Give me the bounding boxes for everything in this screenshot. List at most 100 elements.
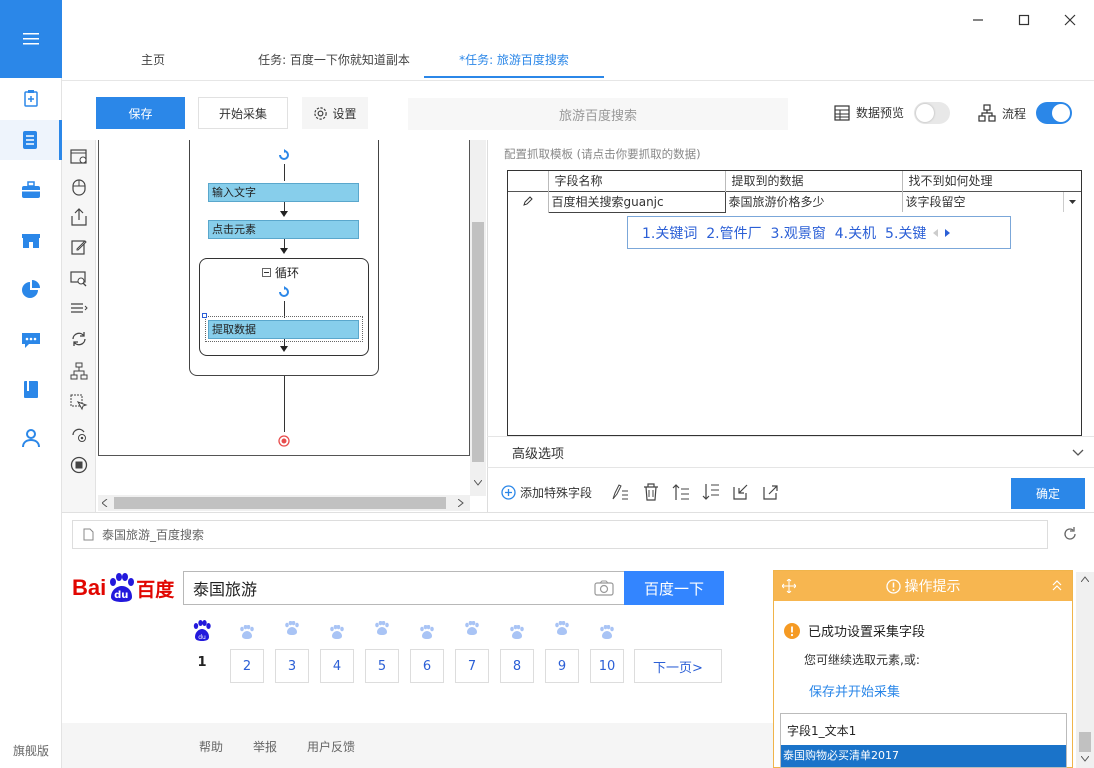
tool-wait[interactable] bbox=[68, 424, 90, 446]
hint-field-list[interactable]: 字段1_文本1 泰国购物必买清单2017 bbox=[780, 713, 1067, 768]
sidebar-item-stats[interactable] bbox=[0, 270, 62, 310]
fallback-select[interactable]: 该字段留空 bbox=[902, 191, 1081, 212]
maximize-button[interactable] bbox=[1012, 8, 1036, 32]
browser-vertical-scrollbar[interactable] bbox=[1076, 572, 1094, 768]
flow-toggle[interactable] bbox=[1036, 102, 1072, 124]
tool-click[interactable] bbox=[68, 176, 90, 198]
col-field-name: 字段名称 bbox=[548, 171, 726, 191]
scroll-right-icon[interactable] bbox=[458, 499, 464, 507]
baidu-paw-logo: du bbox=[106, 573, 136, 603]
page-link[interactable]: 4 bbox=[320, 649, 354, 683]
close-button[interactable] bbox=[1058, 8, 1082, 32]
tool-select[interactable] bbox=[68, 392, 90, 414]
upload-icon bbox=[71, 208, 87, 226]
import-icon[interactable] bbox=[732, 483, 750, 501]
task-name-field[interactable]: 旅游百度搜索 bbox=[408, 98, 788, 130]
settings-button[interactable]: 设置 bbox=[302, 97, 368, 129]
hint-selected-value[interactable]: 泰国购物必买清单2017 bbox=[781, 745, 1066, 767]
scrollbar-thumb[interactable] bbox=[472, 222, 484, 462]
tool-branch[interactable] bbox=[68, 360, 90, 382]
tool-stop[interactable] bbox=[68, 454, 90, 476]
delete-icon[interactable] bbox=[643, 483, 659, 501]
camera-icon[interactable] bbox=[594, 580, 614, 596]
move-up-icon[interactable] bbox=[672, 483, 690, 501]
data-preview-toggle[interactable] bbox=[914, 102, 950, 124]
page-link[interactable]: 5 bbox=[365, 649, 399, 683]
scroll-down-icon[interactable] bbox=[1081, 756, 1089, 762]
page-link[interactable]: 9 bbox=[545, 649, 579, 683]
page-link[interactable]: 6 bbox=[410, 649, 444, 683]
save-button[interactable]: 保存 bbox=[96, 97, 185, 129]
baidu-search-input[interactable]: 泰国旅游 bbox=[183, 571, 625, 605]
reload-icon[interactable] bbox=[1062, 526, 1078, 542]
baidu-search-button[interactable]: 百度一下 bbox=[624, 571, 724, 605]
menu-button[interactable] bbox=[0, 0, 62, 78]
sidebar-item-messages[interactable] bbox=[0, 320, 62, 360]
sidebar-item-tutorial[interactable] bbox=[0, 370, 62, 410]
next-page-link[interactable]: 下一页> bbox=[634, 649, 722, 683]
flow-toolbox bbox=[62, 140, 96, 512]
flow-node-input-text[interactable]: 输入文字 bbox=[208, 183, 359, 202]
ime-candidates[interactable]: 1.关键词 2.管件厂 3.观景窗 4.关机 5.关键 bbox=[642, 223, 926, 243]
tool-open-page[interactable] bbox=[68, 146, 90, 168]
page-link[interactable]: 3 bbox=[275, 649, 309, 683]
collapse-up-icon[interactable] bbox=[1052, 580, 1062, 592]
move-down-icon[interactable] bbox=[702, 483, 720, 501]
save-and-start-link[interactable]: 保存并开始采集 bbox=[809, 681, 900, 700]
tool-loop[interactable] bbox=[68, 328, 90, 350]
sidebar-item-new-task[interactable] bbox=[0, 78, 62, 118]
baidu-logo[interactable]: Bai du 百度 bbox=[72, 568, 174, 608]
tool-list[interactable] bbox=[68, 298, 90, 320]
flow-node-extract-data[interactable]: 提取数据 bbox=[208, 320, 359, 339]
tool-export[interactable] bbox=[68, 206, 90, 228]
edit-field-icon[interactable] bbox=[611, 483, 629, 501]
flow-loop-label: 循环 bbox=[275, 266, 300, 280]
scrollbar-thumb[interactable] bbox=[114, 497, 446, 509]
start-collect-button[interactable]: 开始采集 bbox=[198, 97, 288, 129]
flow-vertical-scrollbar[interactable] bbox=[470, 140, 486, 496]
page-link[interactable]: 8 bbox=[500, 649, 534, 683]
sidebar-item-templates[interactable] bbox=[0, 170, 62, 210]
ime-next-icon[interactable] bbox=[943, 228, 951, 237]
page-current: 1 bbox=[197, 655, 207, 670]
hint-header[interactable]: 操作提示 bbox=[774, 571, 1072, 601]
maximize-icon bbox=[1018, 14, 1030, 26]
page-link[interactable]: 10 bbox=[590, 649, 624, 683]
hint-field-name[interactable]: 字段1_文本1 bbox=[787, 722, 856, 739]
page-link[interactable]: 2 bbox=[230, 649, 264, 683]
sidebar-item-account[interactable] bbox=[0, 418, 62, 458]
scrollbar-thumb[interactable] bbox=[1079, 732, 1091, 752]
tool-recognize[interactable] bbox=[68, 268, 90, 290]
confirm-button[interactable]: 确定 bbox=[1011, 478, 1085, 509]
advanced-options[interactable]: 高级选项 bbox=[487, 436, 1094, 468]
export-icon[interactable] bbox=[762, 483, 780, 501]
table-row[interactable]: 百度相关搜索guanjc 泰国旅游价格多少 该字段留空 bbox=[508, 190, 1081, 213]
scroll-left-icon[interactable] bbox=[102, 499, 108, 507]
add-special-field-button[interactable]: 添加特殊字段 bbox=[501, 484, 592, 501]
tab-home[interactable]: 主页 bbox=[120, 48, 186, 78]
sidebar-item-tasks[interactable] bbox=[0, 120, 62, 160]
selection-handle[interactable] bbox=[202, 313, 207, 318]
dropdown-arrow[interactable] bbox=[1063, 191, 1081, 212]
scroll-down-icon[interactable] bbox=[474, 480, 482, 486]
row-edit-cell[interactable] bbox=[508, 191, 549, 212]
footer-help[interactable]: 帮助 bbox=[199, 738, 223, 755]
footer-report[interactable]: 举报 bbox=[253, 738, 277, 755]
flow-horizontal-scrollbar[interactable] bbox=[98, 495, 470, 511]
field-name-input[interactable]: 百度相关搜索guanjc bbox=[547, 190, 726, 213]
scroll-up-icon[interactable] bbox=[1081, 576, 1089, 582]
tool-input[interactable] bbox=[68, 236, 90, 258]
footer-feedback[interactable]: 用户反馈 bbox=[307, 738, 355, 755]
tab-task-active[interactable]: *任务: 旅游百度搜索 bbox=[424, 48, 604, 78]
ime-candidate-bar[interactable]: 1.关键词 2.管件厂 3.观景窗 4.关机 5.关键 bbox=[627, 216, 1011, 249]
move-icon[interactable] bbox=[782, 579, 796, 593]
refresh-eye-icon bbox=[72, 428, 86, 442]
sidebar-item-store[interactable] bbox=[0, 220, 62, 260]
flow-loop-header[interactable]: 循环 bbox=[262, 264, 299, 281]
tab-task-copy[interactable]: 任务: 百度一下你就知道副本 bbox=[246, 48, 422, 78]
ime-prev-icon[interactable] bbox=[932, 228, 940, 237]
flow-node-click-element[interactable]: 点击元素 bbox=[208, 220, 359, 239]
page-link[interactable]: 7 bbox=[455, 649, 489, 683]
minimize-button[interactable] bbox=[966, 8, 990, 32]
address-bar[interactable]: 泰国旅游_百度搜索 bbox=[72, 520, 1048, 549]
